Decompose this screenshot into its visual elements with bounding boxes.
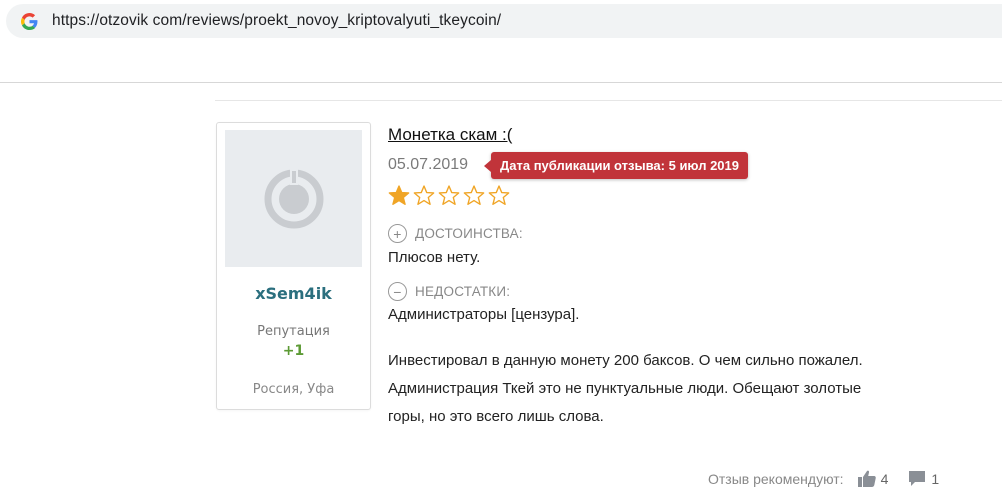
- url-text[interactable]: https://otzovik com/reviews/proekt_novoy…: [52, 12, 501, 30]
- cons-text: Администраторы [цензура].: [388, 306, 580, 323]
- review-body-line: горы, но это всего лишь слова.: [388, 408, 604, 425]
- review-body: Инвестировал в данную монету 200 баксов.…: [388, 347, 968, 431]
- review-footer: Отзыв рекомендуют: 4 1: [708, 470, 939, 487]
- plus-circle-icon: +: [388, 224, 407, 243]
- pros-text: Плюсов нету.: [388, 249, 481, 266]
- star-empty-icon: [413, 185, 435, 206]
- pros-heading: + ДОСТОИНСТВА:: [388, 224, 523, 243]
- minus-circle-icon: −: [388, 282, 407, 301]
- recommend-label: Отзыв рекомендуют:: [708, 470, 844, 487]
- comments-button[interactable]: 1: [908, 470, 939, 487]
- reputation-label: Репутация: [257, 324, 330, 339]
- address-bar[interactable]: https://otzovik com/reviews/proekt_novoy…: [6, 4, 1002, 38]
- author-username[interactable]: xSem4ik: [217, 284, 370, 303]
- thumbs-up-icon: [857, 470, 876, 487]
- star-empty-icon: [438, 185, 460, 206]
- divider: [215, 100, 1002, 101]
- default-avatar-icon[interactable]: [225, 130, 362, 267]
- like-button[interactable]: 4: [857, 470, 889, 487]
- review-date[interactable]: 05.07.2019: [388, 156, 468, 174]
- author-location: Россия, Уфа: [252, 382, 335, 397]
- like-count: 4: [880, 470, 889, 487]
- author-card: xSem4ik Репутация +1 Россия, Уфа: [216, 122, 371, 410]
- divider: [0, 82, 1002, 83]
- review-body-line: Инвестировал в данную монету 200 баксов.…: [388, 352, 863, 369]
- star-filled-icon: [388, 185, 410, 206]
- star-empty-icon: [488, 185, 510, 206]
- cons-heading: − НЕДОСТАТКИ:: [388, 282, 510, 301]
- cons-label: НЕДОСТАТКИ:: [415, 284, 511, 299]
- pros-label: ДОСТОИНСТВА:: [415, 226, 523, 241]
- star-empty-icon: [463, 185, 485, 206]
- reputation-value: +1: [282, 343, 305, 359]
- date-tooltip: Дата публикации отзыва: 5 июл 2019: [483, 152, 749, 179]
- google-g-icon: [20, 12, 38, 30]
- comment-icon: [909, 471, 926, 486]
- rating-stars: [388, 185, 510, 206]
- comment-count: 1: [931, 470, 940, 487]
- review-title[interactable]: Монетка скам :(: [388, 125, 512, 145]
- review-body-line: Администрация Ткей это не пунктуальные л…: [388, 380, 862, 397]
